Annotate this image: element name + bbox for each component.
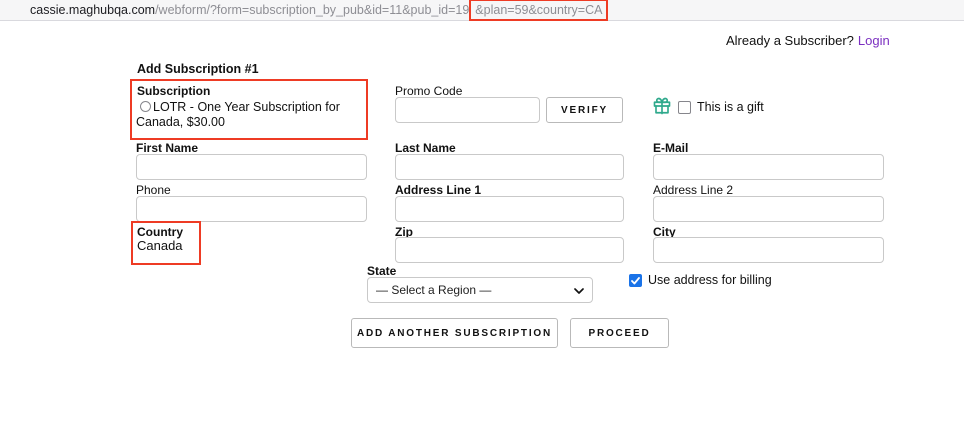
verify-button[interactable]: VERIFY: [546, 97, 623, 123]
subscription-option-label: LOTR - One Year Subscription for Canada,…: [136, 100, 340, 129]
email-input[interactable]: [653, 154, 884, 180]
address-line2-input[interactable]: [653, 196, 884, 222]
email-label: E-Mail: [653, 141, 689, 155]
proceed-button[interactable]: PROCEED: [570, 318, 669, 348]
webform-page: cassie.maghubqa.com/webform/?form=subscr…: [0, 0, 964, 448]
gift-icon: [653, 97, 671, 115]
check-icon: [631, 276, 640, 284]
subscription-label: Subscription: [137, 84, 211, 98]
state-label: State: [367, 264, 397, 278]
first-name-input[interactable]: [136, 154, 367, 180]
zip-input[interactable]: [395, 237, 624, 263]
first-name-label: First Name: [136, 141, 199, 155]
billing-checkbox-label: Use address for billing: [648, 273, 772, 287]
chevron-down-icon: [574, 283, 584, 297]
last-name-input[interactable]: [395, 154, 624, 180]
last-name-label: Last Name: [395, 141, 456, 155]
address-line1-label: Address Line 1: [395, 183, 482, 197]
billing-checkbox[interactable]: [629, 274, 642, 287]
gift-checkbox[interactable]: [678, 101, 691, 114]
state-select-value: — Select a Region —: [376, 283, 492, 297]
state-select[interactable]: — Select a Region —: [367, 277, 593, 303]
add-another-subscription-button[interactable]: ADD ANOTHER SUBSCRIPTION: [351, 318, 558, 348]
url-path: /webform/?form=subscription_by_pub&id=11…: [155, 3, 470, 17]
already-subscriber-text: Already a Subscriber?: [726, 33, 854, 48]
promo-code-input[interactable]: [395, 97, 540, 123]
browser-url-bar[interactable]: cassie.maghubqa.com/webform/?form=subscr…: [0, 0, 964, 21]
address-line2-label: Address Line 2: [653, 183, 734, 197]
address-line1-input[interactable]: [395, 196, 624, 222]
country-value: Canada: [137, 238, 183, 253]
city-input[interactable]: [653, 237, 884, 263]
login-link[interactable]: Login: [858, 33, 890, 48]
promo-code-label: Promo Code: [395, 84, 463, 98]
page-title: Add Subscription #1: [137, 62, 259, 76]
subscription-option[interactable]: LOTR - One Year Subscription for Canada,…: [136, 100, 364, 130]
subscription-radio[interactable]: [140, 101, 151, 112]
subscriber-login-line: Already a Subscriber? Login: [726, 33, 890, 48]
country-label: Country: [137, 225, 183, 239]
phone-input[interactable]: [136, 196, 367, 222]
url-highlight-annotation: &plan=59&country=CA: [469, 0, 609, 21]
url-domain: cassie.maghubqa.com: [30, 3, 156, 17]
phone-label: Phone: [136, 183, 171, 197]
gift-checkbox-label: This is a gift: [697, 100, 764, 114]
